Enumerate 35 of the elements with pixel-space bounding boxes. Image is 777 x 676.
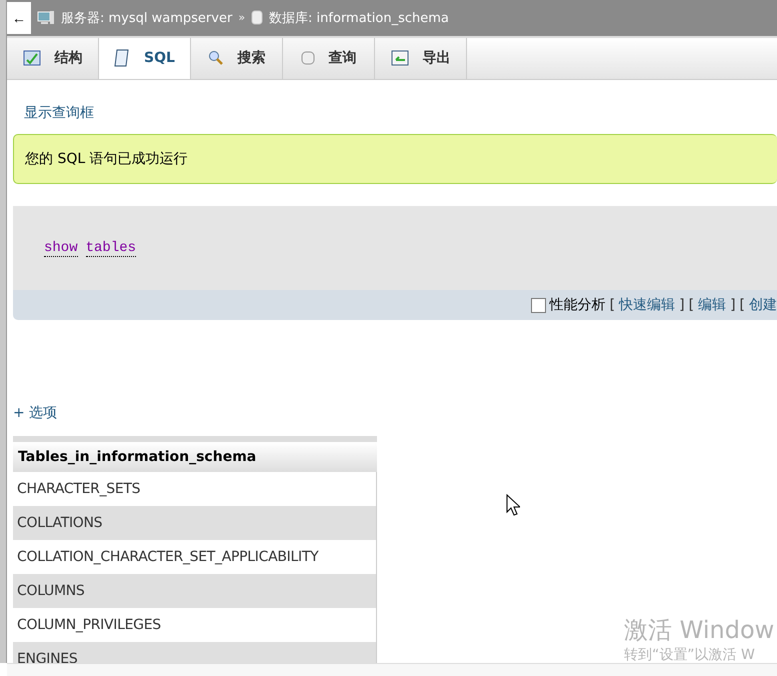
sql-keyword[interactable]: tables [86,240,136,256]
bracket: ] [679,297,685,313]
success-message: 您的 SQL 语句已成功运行 [13,134,777,184]
activation-hint: 转到“设置”以激活 W [624,646,756,664]
breadcrumb-separator: » [238,11,246,24]
table-structure-icon [22,50,40,66]
show-query-link[interactable]: 显示查询框 [24,105,94,121]
document-icon [114,49,130,68]
computer-icon [37,10,55,26]
checkbox[interactable] [530,298,546,312]
mouse-cursor-icon [506,494,520,516]
tab[interactable]: 查询 [283,38,375,79]
database-icon [251,10,264,26]
table-cell: COLUMNS [13,574,377,608]
tab[interactable]: 搜索 [191,38,283,79]
bracket: [ [688,297,694,313]
tab[interactable]: 导出 [375,38,467,79]
search-icon [208,50,224,66]
options-link[interactable]: + 选项 [13,405,58,421]
activation-title: 激活 Window [624,615,774,646]
action-link[interactable]: 快速编辑 [619,296,676,314]
checkbox-label: 性能分析 [550,296,606,314]
sql-keyword[interactable]: show [44,240,78,256]
tab[interactable]: 结构 [7,38,99,79]
export-icon [390,50,408,66]
action-link[interactable]: 编辑 [698,296,726,314]
tab[interactable]: SQL [99,38,191,79]
table-cell: COLLATIONS [13,506,377,540]
bracket: [ [740,297,745,313]
action-link[interactable]: 创建 [749,296,777,314]
back-button[interactable]: ← [7,2,31,34]
bracket: ] [730,297,736,313]
bracket: [ [610,297,616,313]
column-header[interactable]: Tables_in_information_schema [13,442,377,472]
database-icon [300,50,314,66]
